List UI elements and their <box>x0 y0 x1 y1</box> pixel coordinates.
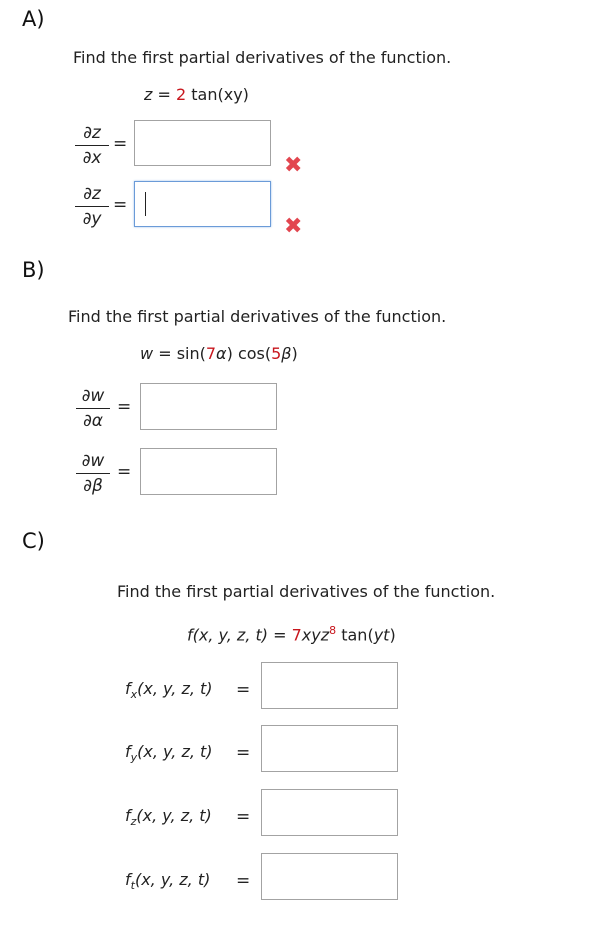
section-a-instruction: Find the first partial derivatives of th… <box>73 48 452 67</box>
fx-input[interactable] <box>261 662 398 709</box>
fz-label: fz(x, y, z, t) <box>125 806 212 829</box>
equals-sign: = <box>236 871 251 891</box>
section-c-instruction: Find the first partial derivatives of th… <box>117 582 496 601</box>
section-a-label: A) <box>22 7 45 31</box>
section-c-formula: f(x, y, z, t) = 7xyz8 tan(yt) <box>187 624 396 645</box>
section-b-instruction: Find the first partial derivatives of th… <box>68 307 447 326</box>
ft-label: ft(x, y, z, t) <box>125 870 211 893</box>
equals-sign: = <box>113 195 128 215</box>
section-a-formula: z = 2 tan(xy) <box>144 85 249 104</box>
equals-sign: = <box>117 462 132 482</box>
equals-sign: = <box>236 680 251 700</box>
partial-z-x-input[interactable] <box>134 120 271 166</box>
partial-w-beta-input[interactable] <box>140 448 277 495</box>
section-c-label: C) <box>22 529 45 553</box>
text-cursor <box>145 192 146 216</box>
equals-sign: = <box>117 397 132 417</box>
equals-sign: = <box>113 134 128 154</box>
cross-icon: ✖ <box>284 214 303 239</box>
cross-icon: ✖ <box>284 153 303 178</box>
ft-input[interactable] <box>261 853 398 900</box>
equals-sign: = <box>236 807 251 827</box>
section-b-label: B) <box>22 258 45 282</box>
partial-z-y-input[interactable] <box>134 181 271 227</box>
partial-w-alpha-fraction: ∂w ∂α <box>76 385 110 432</box>
section-b-formula: w = sin(7α) cos(5β) <box>140 344 298 363</box>
fy-label: fy(x, y, z, t) <box>125 742 213 765</box>
partial-w-beta-fraction: ∂w ∂β <box>76 450 110 497</box>
equals-sign: = <box>236 743 251 763</box>
partial-z-x-fraction: ∂z ∂x <box>75 122 109 169</box>
fz-input[interactable] <box>261 789 398 836</box>
partial-w-alpha-input[interactable] <box>140 383 277 430</box>
fx-label: fx(x, y, z, t) <box>125 679 213 702</box>
fy-input[interactable] <box>261 725 398 772</box>
partial-z-y-fraction: ∂z ∂y <box>75 183 109 230</box>
